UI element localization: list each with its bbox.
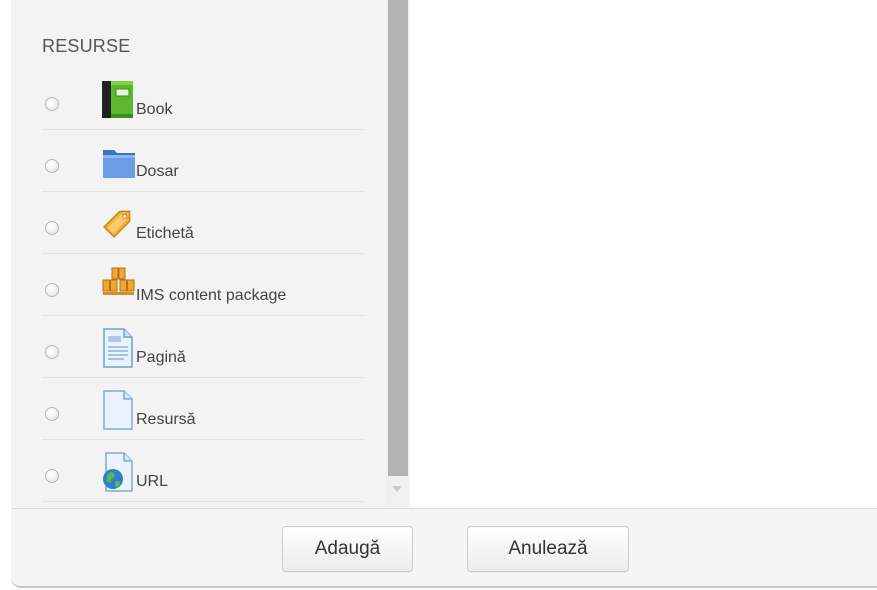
scroll-down-arrow-icon[interactable] [392,486,402,492]
list-item-label: Dosar [136,163,179,180]
scrollbar-thumb[interactable] [388,0,408,476]
section-title: RESURSE [42,36,131,56]
add-button[interactable]: Adaugă [282,526,413,572]
scrollbar[interactable] [386,0,409,508]
list-item-ims-content-package[interactable]: IMS content package [42,254,364,316]
page-icon [102,328,136,368]
file-icon [102,390,136,430]
radio-book[interactable] [45,97,59,111]
radio-pagina[interactable] [45,345,59,359]
url-globe-icon [102,452,136,492]
dialog-footer: Adaugă Anulează [11,508,877,588]
list-item-pagina[interactable]: Pagină [42,316,364,378]
radio-resursa[interactable] [45,407,59,421]
list-item-dosar[interactable]: Dosar [42,130,364,192]
label-tag-icon [102,200,136,240]
list-item-label: Pagină [136,349,186,366]
book-icon [102,80,136,120]
list-item-eticheta[interactable]: Etichetă [42,192,364,254]
radio-ims-content-package[interactable] [45,283,59,297]
list-item-label: Resursă [136,411,196,428]
list-item-url[interactable]: URL [42,440,364,502]
radio-dosar[interactable] [45,159,59,173]
radio-eticheta[interactable] [45,221,59,235]
list-item-label: URL [136,473,169,490]
list-item-resursa[interactable]: Resursă [42,378,364,440]
list-item-label: Book [136,101,173,118]
resource-list-panel: RESURSE Book Dosar Etichetă IMS content … [11,0,386,508]
list-item-label: Etichetă [136,225,194,242]
folder-icon [102,142,136,182]
add-activity-dialog: RESURSE Book Dosar Etichetă IMS content … [0,0,877,590]
list-item-label: IMS content package [136,287,287,304]
radio-url[interactable] [45,469,59,483]
cancel-button[interactable]: Anulează [467,526,629,572]
list-item-book[interactable]: Book [42,68,364,130]
ims-package-icon [102,266,136,306]
